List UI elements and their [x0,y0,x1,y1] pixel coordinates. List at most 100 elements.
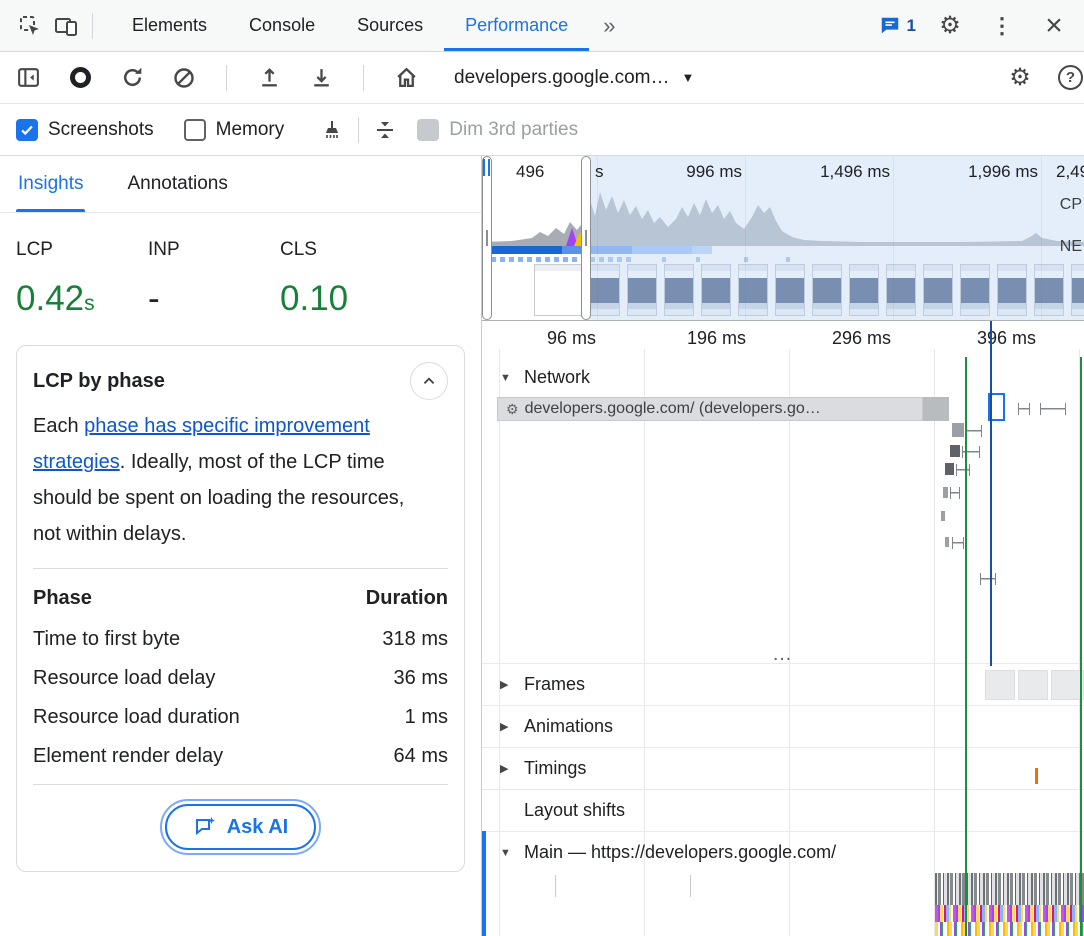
shortcuts-dialog-button[interactable] [367,112,403,148]
network-request-bar[interactable]: ⚙ developers.google.com/ (developers.go… [497,397,923,421]
network-request-whisker[interactable] [952,537,964,549]
record-and-reload-button[interactable] [114,60,150,96]
frame-block[interactable] [985,670,1015,700]
card-title: LCP by phase [33,362,165,393]
screenshots-label[interactable]: Screenshots [48,119,154,141]
track-label: Frames [524,674,585,695]
panel-left-icon [16,65,41,90]
close-devtools-button[interactable]: × [1036,8,1072,44]
home-icon [394,65,419,90]
history-dropdown[interactable]: developers.google.com… ▼ [454,67,694,89]
tab-console[interactable]: Console [228,0,336,51]
metric-name: CLS [280,239,412,261]
main-thread-track-header[interactable]: ▼ Main — https://developers.google.com/ [482,831,1084,873]
network-request-whisker[interactable] [950,487,960,499]
kebab-menu-icon: ⋮ [991,15,1013,37]
overview-left-handle-grip[interactable] [483,159,490,176]
memory-checkbox[interactable] [184,119,206,141]
frames-track-header[interactable]: ▶ Frames [482,663,1084,705]
capture-options-row: Screenshots Memory Dim 3rd parties [0,104,1084,156]
dim-third-parties-checkbox[interactable] [417,119,439,141]
clear-button[interactable] [166,60,202,96]
network-request-whisker[interactable] [980,573,996,585]
screenshots-checkbox[interactable] [16,119,38,141]
network-request-bar[interactable] [950,445,960,457]
capture-settings-button[interactable]: ⚙ [1002,60,1038,96]
network-request-bar[interactable] [945,463,954,475]
frame-thumbnails [985,670,1084,700]
overview-left-handle[interactable] [482,156,492,320]
network-request-whisker[interactable] [1018,403,1030,415]
device-toolbar-icon [54,14,78,38]
network-request-bar-end [923,397,949,421]
network-request-whisker[interactable] [966,425,982,437]
track-label: Main — https://developers.google.com/ [524,842,836,863]
overview-right-handle[interactable] [581,156,591,320]
network-track-header[interactable]: ▼ Network [482,357,1084,388]
live-metrics-button[interactable] [388,60,424,96]
issues-count: 1 [907,16,916,36]
tab-elements[interactable]: Elements [111,0,228,51]
table-row: Element render delay 64 ms [33,737,448,776]
network-request-whisker[interactable] [1040,403,1066,415]
phase-duration: 36 ms [330,659,448,698]
metric-value: 0.42 [16,279,84,318]
track-label: Layout shifts [524,800,625,821]
overview-time-label: s [595,162,604,182]
download-icon [309,65,334,90]
timings-track-header[interactable]: ▶ Timings [482,747,1084,789]
device-toolbar-button[interactable] [48,8,84,44]
table-row: Resource load delay 36 ms [33,659,448,698]
collapse-card-button[interactable] [410,362,448,400]
metric-name: LCP [16,239,148,261]
phase-name: Element render delay [33,737,330,776]
tab-performance[interactable]: Performance [444,0,589,51]
memory-label[interactable]: Memory [216,119,285,141]
devtools-menu-button[interactable]: ⋮ [984,8,1020,44]
flame-chart-scripting[interactable] [935,905,1084,922]
selected-track-indicator [482,831,486,936]
gear-icon: ⚙ [939,14,961,38]
save-profile-button[interactable] [303,60,339,96]
ask-ai-button[interactable]: Ask AI [165,804,317,850]
lcp-by-phase-card: LCP by phase Each phase has specific imp… [16,345,465,872]
flame-chart-rendering[interactable] [935,922,1084,936]
inspect-icon [18,14,42,38]
divider [92,13,93,39]
metric-cls: CLS 0.10 [280,239,412,319]
ruler-label: 196 ms [644,328,789,349]
network-request-bar[interactable] [945,537,949,547]
load-profile-button[interactable] [251,60,287,96]
more-tabs-button[interactable]: » [589,13,629,39]
show-more-requests-button[interactable]: … [482,645,1084,663]
timeline-overview[interactable]: 496 s 996 ms 1,496 ms 1,996 ms 2,49 CP N… [482,156,1084,321]
network-request-bar[interactable] [952,423,964,437]
frame-block[interactable] [1018,670,1048,700]
network-request-bar[interactable] [943,487,948,498]
tab-sources[interactable]: Sources [336,0,444,51]
tab-annotations[interactable]: Annotations [125,156,229,212]
collect-garbage-button[interactable] [314,112,350,148]
flame-chart-tasks[interactable] [935,873,1084,905]
inspect-element-button[interactable] [12,8,48,44]
performance-toolbar: developers.google.com… ▼ ⚙ ? [0,52,1084,104]
overview-time-label: 2,49 [1056,162,1084,182]
track-label: Network [524,367,590,388]
settings-button[interactable]: ⚙ [932,8,968,44]
overview-time-label: 996 ms [686,162,742,182]
network-request-bar[interactable] [941,511,945,521]
filmstrip-thumbnail[interactable] [534,264,586,316]
record-icon [70,67,91,88]
network-track: ▼ Network ⚙ developers.google.com/ (deve… [482,357,1084,663]
network-request-whisker[interactable] [956,464,970,476]
tab-insights[interactable]: Insights [16,156,85,212]
record-button[interactable] [62,60,98,96]
ruler-label: 296 ms [789,328,934,349]
layout-shifts-track-header[interactable]: Layout shifts [482,789,1084,831]
help-button[interactable]: ? [1058,65,1083,90]
issues-counter[interactable]: 1 [879,15,916,37]
main-thread-flame-chart[interactable] [482,873,1084,936]
toggle-sidebar-button[interactable] [10,60,46,96]
timing-marker[interactable] [1035,768,1038,784]
animations-track-header[interactable]: ▶ Animations [482,705,1084,747]
